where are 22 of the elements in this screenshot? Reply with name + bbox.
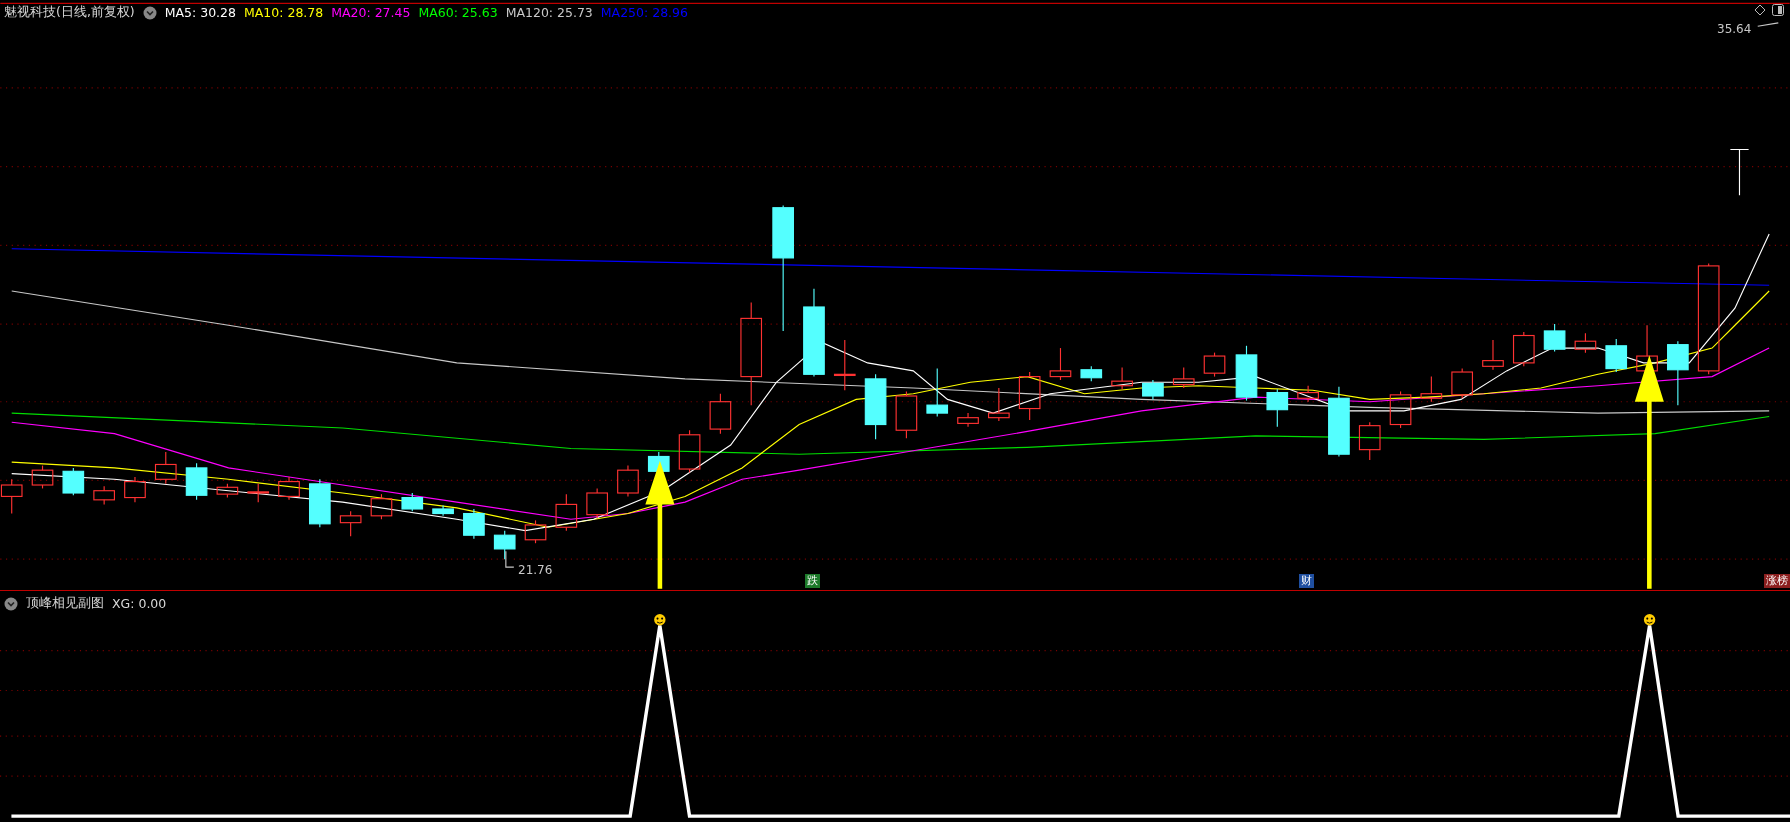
low-price-label: 21.76	[518, 563, 553, 577]
leader-line	[1757, 22, 1779, 27]
event-marker[interactable]: 财	[1299, 574, 1314, 588]
diamond-icon[interactable]	[1754, 4, 1766, 16]
indicator-value: MA5: 30.28	[164, 5, 236, 20]
indicator-value: MA20: 27.45	[331, 5, 411, 20]
dropdown-icon[interactable]	[4, 596, 18, 611]
dropdown-icon[interactable]	[142, 5, 157, 20]
chart-title: 魅视科技(日线,前复权)	[4, 4, 135, 21]
indicator-value: MA250: 28.96	[600, 5, 688, 20]
indicator-value: MA10: 28.78	[244, 5, 324, 20]
event-marker[interactable]: 涨榜	[1764, 574, 1790, 588]
indicator-title: 顶峰相见副图	[26, 595, 104, 612]
indicator-value: MA120: 25.73	[505, 5, 593, 20]
indicator-reading: XG: 0.00	[112, 596, 167, 611]
indicator-value: MA60: 25.63	[418, 5, 498, 20]
panel-toggle-icon[interactable]	[1772, 4, 1784, 16]
leader-line	[505, 550, 515, 568]
smiley-icon	[654, 614, 666, 626]
event-marker[interactable]: 跌	[805, 574, 820, 588]
smiley-icon	[1643, 614, 1656, 626]
high-price-label: 35.64	[1717, 22, 1752, 36]
